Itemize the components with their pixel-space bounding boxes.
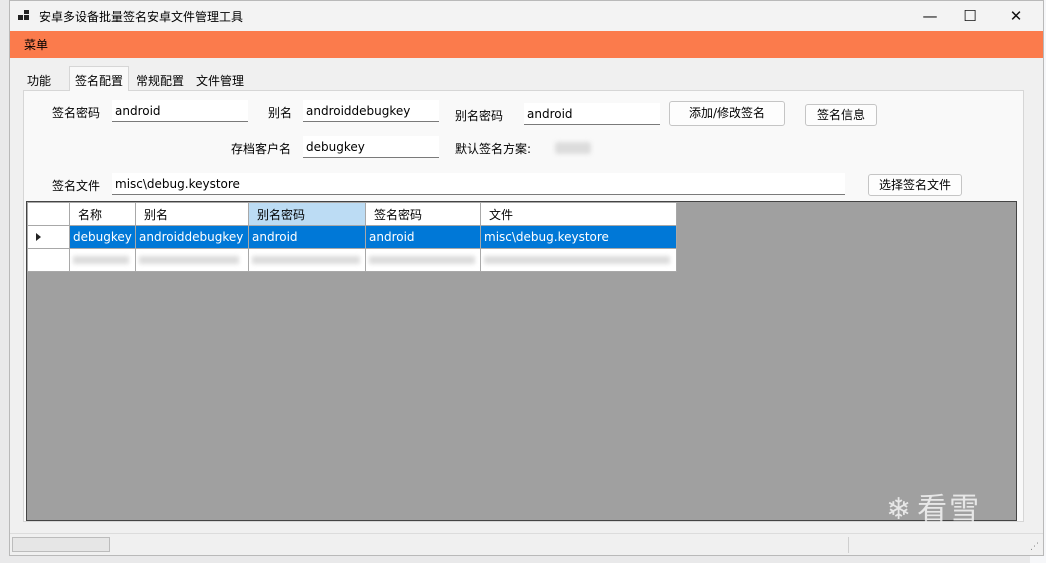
cell-name[interactable]: debugkey — [69, 225, 136, 249]
watermark-text: 看雪 — [917, 492, 982, 527]
alias-input[interactable] — [303, 100, 439, 122]
menu-item-main[interactable]: 菜单 — [24, 36, 48, 53]
cell-alias[interactable]: androiddebugkey — [135, 225, 249, 249]
app-icon — [18, 10, 30, 22]
cell-redacted[interactable] — [248, 248, 366, 272]
cell-file[interactable]: misc\debug.keystore — [480, 225, 677, 249]
default-scheme-value-redacted — [555, 142, 591, 154]
grid-header-row: 名称 别名 别名密码 签名密码 文件 — [27, 202, 677, 226]
watermark: ❄ 看雪 — [886, 484, 981, 528]
signature-table: 名称 别名 别名密码 签名密码 文件 debugkey androiddebug… — [27, 202, 677, 272]
row-header[interactable] — [27, 225, 70, 249]
signature-info-button[interactable]: 签名信息 — [805, 104, 877, 126]
grid-corner-header[interactable] — [27, 202, 70, 226]
column-header-alias-password[interactable]: 别名密码 — [248, 202, 366, 226]
cell-redacted[interactable] — [365, 248, 481, 272]
table-row-redacted[interactable] — [27, 248, 677, 272]
alias-password-label: 别名密码 — [455, 109, 504, 123]
status-bar: ⋰ — [10, 533, 1043, 555]
table-row[interactable]: debugkey androiddebugkey android android… — [27, 225, 677, 249]
signature-grid[interactable]: 名称 别名 别名密码 签名密码 文件 debugkey androiddebug… — [26, 201, 1017, 521]
cell-redacted[interactable] — [480, 248, 677, 272]
column-header-name[interactable]: 名称 — [69, 202, 136, 226]
status-separator — [848, 537, 849, 553]
default-scheme-label: 默认签名方案: — [455, 142, 532, 156]
tab-general-config[interactable]: 常规配置 — [131, 68, 190, 90]
maximize-button[interactable]: ☐ — [947, 1, 993, 31]
sign-file-input[interactable] — [112, 173, 845, 195]
tab-signature-config[interactable]: 签名配置 — [69, 66, 130, 91]
close-icon: ✕ — [1009, 7, 1023, 25]
tab-file-management[interactable]: 文件管理 — [191, 68, 250, 90]
cell-alias-password[interactable]: android — [248, 225, 366, 249]
app-window: 安卓多设备批量签名安卓文件管理工具 — ☐ ✕ 菜单 功能 签名配置 常规配置 … — [9, 0, 1044, 556]
add-modify-signature-button[interactable]: 添加/修改签名 — [669, 101, 785, 126]
cell-sign-password[interactable]: android — [365, 225, 481, 249]
row-header[interactable] — [27, 248, 70, 272]
archive-client-input[interactable] — [303, 136, 439, 158]
column-header-alias[interactable]: 别名 — [135, 202, 249, 226]
row-pointer-icon — [36, 233, 41, 241]
cell-redacted[interactable] — [135, 248, 249, 272]
resize-grip-icon[interactable]: ⋰ — [1030, 542, 1039, 552]
sign-password-label: 签名密码 — [52, 106, 101, 120]
choose-sign-file-button[interactable]: 选择签名文件 — [868, 174, 962, 196]
cell-redacted[interactable] — [69, 248, 136, 272]
alias-password-input[interactable] — [524, 103, 660, 125]
sign-file-label: 签名文件 — [52, 179, 101, 193]
title-bar[interactable]: 安卓多设备批量签名安卓文件管理工具 — ☐ ✕ — [10, 1, 1043, 31]
close-button[interactable]: ✕ — [993, 1, 1039, 31]
window-title: 安卓多设备批量签名安卓文件管理工具 — [39, 10, 244, 24]
column-header-sign-password[interactable]: 签名密码 — [365, 202, 481, 226]
tab-functions[interactable]: 功能 — [22, 68, 57, 90]
minimize-icon: — — [922, 7, 938, 25]
menu-bar: 菜单 — [10, 31, 1043, 58]
snowflake-icon: ❄ — [886, 492, 914, 527]
alias-label: 别名 — [268, 106, 293, 120]
archive-client-label: 存档客户名 — [231, 142, 292, 156]
sign-password-input[interactable] — [112, 100, 248, 122]
maximize-icon: ☐ — [963, 7, 977, 25]
status-progress-bar — [12, 537, 110, 552]
column-header-file[interactable]: 文件 — [480, 202, 677, 226]
